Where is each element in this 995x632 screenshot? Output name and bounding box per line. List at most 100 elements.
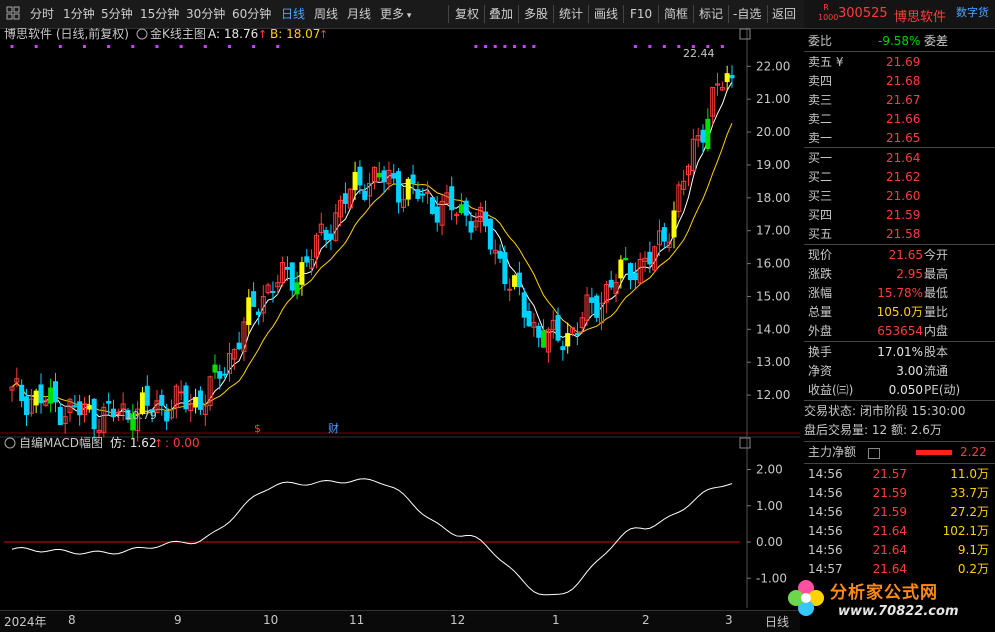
- candle-body: [110, 408, 116, 418]
- candle-body: [294, 282, 300, 295]
- period-tab-15min[interactable]: 15分钟: [140, 6, 179, 22]
- period-tab-5min[interactable]: 5分钟: [101, 6, 133, 22]
- draw-line-button[interactable]: 画线: [594, 6, 618, 22]
- signal-dot: [58, 45, 62, 48]
- sub-tick-label: 1.00: [756, 499, 783, 513]
- low-price-marker: ←10.79: [116, 409, 157, 422]
- settings-icon[interactable]: [136, 28, 148, 40]
- signal-dot: [522, 45, 526, 48]
- signal-dot: [677, 45, 681, 48]
- stock-code: 300525: [838, 6, 888, 21]
- maximize-icon[interactable]: [739, 28, 751, 40]
- indicator-name[interactable]: 金K线主图: [150, 28, 206, 41]
- stat-row: 现价 21.65 今开: [808, 248, 949, 262]
- overlay-button[interactable]: 叠加: [489, 6, 513, 22]
- candle-body: [458, 204, 464, 214]
- candle-body: [661, 227, 667, 242]
- tick-row: 14:56 21.64 9.1万: [808, 543, 989, 557]
- digital-tab[interactable]: 数字货: [956, 4, 989, 20]
- period-tab-60min[interactable]: 60分钟: [232, 6, 271, 22]
- candle-body: [391, 173, 397, 179]
- period-tab-timeshare[interactable]: 分时: [30, 6, 54, 22]
- candle-body: [574, 333, 580, 336]
- candle-body: [405, 178, 411, 200]
- candle-body: [671, 210, 677, 238]
- sub-maximize-icon[interactable]: [739, 437, 751, 449]
- date-label-nov: 11: [349, 613, 365, 627]
- candle-body: [429, 197, 435, 214]
- period-tab-30min[interactable]: 30分钟: [186, 6, 225, 22]
- candle-body: [608, 279, 614, 288]
- sub-settings-icon[interactable]: [4, 437, 16, 449]
- price-tick-label: 20.00: [756, 125, 790, 139]
- back-button[interactable]: 返回: [772, 6, 796, 22]
- signal-dot: [493, 45, 497, 48]
- candle-body: [463, 200, 469, 216]
- candle-body: [565, 333, 571, 347]
- candle-body: [381, 170, 387, 183]
- adjust-button[interactable]: 复权: [455, 6, 479, 22]
- candle-body: [48, 387, 54, 404]
- date-label-oct: 10: [263, 613, 279, 627]
- candle-body: [284, 266, 290, 270]
- candle-body: [33, 390, 39, 406]
- financial-report-marker[interactable]: 财: [328, 421, 339, 435]
- tick-row: 14:56 21.59 33.7万: [808, 486, 989, 500]
- candle-body: [483, 211, 489, 227]
- candle-body: [57, 406, 63, 426]
- candle-body: [468, 221, 474, 233]
- signal-dot: [82, 45, 86, 48]
- candle-body: [38, 384, 44, 404]
- candle-body: [246, 297, 252, 326]
- main-flow-row: 主力净额 2.22: [808, 445, 987, 459]
- mark-button[interactable]: 标记: [699, 6, 723, 22]
- price-tick-label: 14.00: [756, 322, 790, 336]
- candle-body: [222, 373, 228, 376]
- statistics-button[interactable]: 统计: [559, 6, 583, 22]
- multi-stock-button[interactable]: 多股: [524, 6, 548, 22]
- signal-dot: [34, 45, 38, 48]
- grid-icon[interactable]: [6, 6, 20, 22]
- sub-indicator-name[interactable]: 自编MACD幅图: [19, 435, 103, 450]
- f10-button[interactable]: F10: [630, 6, 652, 22]
- signal-dot: [179, 45, 183, 48]
- remove-watchlist-button[interactable]: -自选: [733, 6, 761, 22]
- a-value: A: 18.76: [208, 28, 258, 41]
- detail-icon[interactable]: [868, 448, 880, 459]
- date-label-mar: 3: [725, 613, 733, 627]
- candle-body: [526, 310, 532, 327]
- candle-body: [144, 385, 150, 406]
- period-tab-weekly[interactable]: 周线: [314, 6, 338, 22]
- candle-body: [352, 171, 358, 191]
- sub-up-arrow-icon: ↑: [154, 437, 163, 450]
- dividend-marker[interactable]: $: [254, 422, 261, 435]
- candle-body: [516, 272, 522, 288]
- stock-title: 博思软件 (日线,前复权): [4, 28, 129, 41]
- candle-body: [521, 292, 527, 318]
- signal-dot: [720, 45, 724, 48]
- tick-row: 14:56 21.64 102.1万: [808, 524, 989, 538]
- candle-body: [357, 166, 363, 186]
- signal-dot: [662, 45, 666, 48]
- date-label-sep: 9: [174, 613, 182, 627]
- candle-body: [594, 295, 600, 318]
- candle-body: [106, 400, 112, 404]
- high-price-marker: 22.44: [683, 47, 715, 60]
- candle-body: [536, 325, 542, 338]
- date-axis: 2024年 8 9 10 11 12 1 2 3 日线: [0, 610, 800, 632]
- period-tab-monthly[interactable]: 月线: [347, 6, 371, 22]
- period-tab-daily[interactable]: 日线: [281, 6, 305, 22]
- price-tick-label: 16.00: [756, 257, 790, 271]
- stat-row: 外盘 653654 内盘: [808, 324, 949, 338]
- kline-chart-panel[interactable]: 22.00 21.00 20.00 19.00 18.00 17.00 16.00 15.00…: [0, 28, 800, 608]
- simple-frame-button[interactable]: 简框: [664, 6, 688, 22]
- signal-dot: [503, 45, 507, 48]
- weibi-row: 委比 -9.58% 委差: [808, 34, 949, 48]
- rzrq-badge: R 1000: [818, 3, 839, 22]
- candle-body: [560, 346, 566, 351]
- period-tab-1min[interactable]: 1分钟: [63, 6, 95, 22]
- candle-body: [434, 206, 440, 223]
- stock-name: 博思软件: [894, 10, 947, 25]
- candle-body: [86, 405, 92, 410]
- period-tab-more[interactable]: 更多 ▾: [380, 6, 411, 22]
